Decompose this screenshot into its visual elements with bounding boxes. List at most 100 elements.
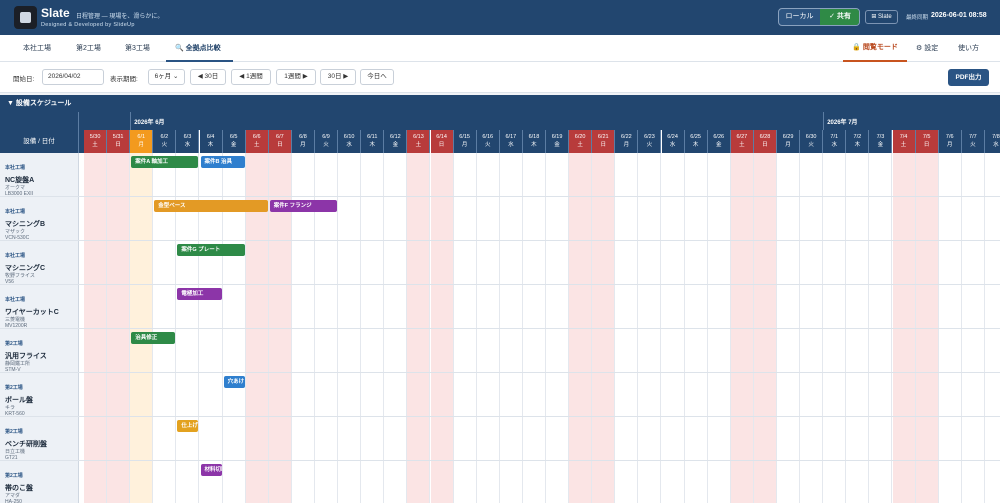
day-date: 6/18 (528, 134, 540, 140)
day-weekday: 月 (461, 142, 468, 149)
start-date-label: 開始日: (13, 76, 35, 83)
equipment-schedule: ▼ 設備スケジュール 2026年 6月 2026年 7月 設備 / 日付 5/3… (0, 95, 1000, 503)
day-date: 6/25 (690, 134, 701, 140)
day-weekday: 土 (739, 142, 745, 149)
day-date: 6/23 (644, 134, 655, 140)
corner-top (0, 112, 79, 130)
period-select[interactable]: 6ヶ月 ⌄ (148, 69, 185, 85)
day-header: 6/23 火 (638, 130, 662, 153)
machine-row-label[interactable]: 第2工場帯のこ盤アマダHA-250切断φ250 (0, 461, 79, 503)
day-date: 7/5 (922, 134, 931, 140)
day-header: 6/9 火 (315, 130, 339, 153)
day-weekday: 日 (438, 142, 445, 149)
row-separator (0, 328, 1000, 329)
day-weekday: 土 (577, 142, 583, 149)
day-header: 6/8 月 (291, 130, 315, 153)
machine-row-label[interactable]: 第2工場ベンチ研削盤日立工機GT21砥石φ205 (0, 417, 79, 468)
day-date: 6/26 (713, 134, 725, 140)
day-date: 6/16 (482, 134, 494, 140)
day-weekday: 水 (184, 142, 191, 149)
day-date: 6/8 (299, 134, 307, 140)
tab-factory-2[interactable]: 第2工場 (76, 43, 101, 53)
forward-30-days-button[interactable]: 30日 ▶ (320, 69, 356, 85)
day-date: 6/9 (322, 134, 330, 140)
task-bar[interactable]: 電極加工 (177, 288, 222, 300)
task-bar[interactable]: 金型ベース (154, 200, 268, 212)
day-weekday: 土 (253, 142, 260, 149)
machine-plant: 第2工場 (5, 473, 23, 479)
day-header: 6/25 木 (684, 130, 708, 153)
slate-logo-icon (14, 6, 37, 29)
day-header: 6/11 木 (361, 130, 385, 153)
day-date: 7/6 (945, 134, 954, 140)
machine-row-label[interactable]: 第2工場ボール盤キラKRT-560最大φ32 (0, 373, 79, 424)
day-weekday: 木 (531, 142, 537, 149)
row-separator (0, 460, 1000, 461)
day-weekday: 土 (900, 142, 907, 149)
day-weekday: 土 (415, 142, 422, 149)
help-button[interactable]: 使い方 (958, 43, 979, 53)
day-header: 7/6 月 (938, 130, 962, 153)
machine-row-label[interactable]: 本社工場NC旋盤AオークマLB3000 EXIIφ400×1000 (0, 153, 79, 204)
slate-badge-button[interactable]: ⊞ Slate (865, 10, 898, 24)
machine-name: 帯のこ盤 (5, 485, 33, 492)
month-label-july: 2026年 7月 (827, 120, 858, 126)
day-header: 7/8 水 (984, 130, 1000, 153)
day-date: 6/30 (805, 134, 817, 140)
day-header: 6/29 月 (777, 130, 801, 153)
task-bar[interactable]: 治具修正 (131, 332, 176, 344)
day-date: 6/29 (782, 134, 794, 140)
task-bar[interactable]: 仕上げ (177, 420, 199, 432)
day-header: 6/27 土 (730, 130, 754, 153)
month-label-june: 2026年 6月 (134, 120, 165, 126)
start-date-input[interactable]: 2026/04/02 (42, 69, 104, 85)
day-date: 6/22 (620, 134, 632, 140)
task-bar[interactable]: 材料切断 (200, 464, 222, 476)
app-header: Slate 日程管理 — 現場を、滑らかに。 Designed & Develo… (0, 0, 1000, 35)
day-weekday: 木 (692, 142, 699, 149)
tab-factory-3[interactable]: 第3工場 (125, 43, 150, 53)
day-header: 6/15 月 (453, 130, 477, 153)
task-bar[interactable]: 案件F フランジ (269, 200, 338, 212)
day-date: 6/19 (551, 134, 563, 140)
machine-row-label[interactable]: 本社工場マシニングC牧野フライスV56テーブル600×500 (0, 241, 79, 292)
day-weekday: 火 (970, 142, 976, 149)
task-bar[interactable]: 穴あけ (223, 376, 245, 388)
settings-button[interactable]: ⚙ 設定 (916, 43, 938, 53)
pdf-export-button[interactable]: PDF出力 (948, 69, 989, 86)
task-bar[interactable]: 案件G プレート (177, 244, 245, 256)
machine-row-label[interactable]: 第2工場汎用フライス静岡鐵工所STM-Vテーブル1150×260 (0, 329, 79, 380)
mode-toggle: ローカル ✓ 共有 (778, 8, 860, 26)
day-date: 6/12 (389, 134, 401, 140)
machine-name: ボール盤 (5, 397, 33, 404)
month-divider (823, 112, 825, 130)
day-header: 6/28 日 (753, 130, 777, 153)
day-weekday: 月 (946, 142, 953, 149)
machine-row-label[interactable]: 本社工場ワイヤーカットC三菱電機MV1200R板厚 最大295 (0, 285, 79, 336)
day-weekday: 木 (854, 142, 861, 149)
today-button[interactable]: 今日へ (360, 69, 394, 85)
schedule-section-title[interactable]: ▼ 設備スケジュール (0, 95, 1000, 112)
day-weekday: 土 (92, 142, 98, 149)
day-header: 6/13 土 (407, 130, 431, 153)
back-30-days-button[interactable]: ◀ 30日 (190, 69, 226, 85)
machine-row-label[interactable]: 本社工場マシニングBマザックVCN-530Cテーブル1300×560 (0, 197, 79, 248)
day-weekday: 日 (762, 142, 768, 149)
task-bar[interactable]: 案件B 治具 (200, 156, 245, 168)
back-1-week-button[interactable]: ◀ 1週間 (231, 69, 271, 85)
tab-bar: 本社工場 第2工場 第3工場 🔍 全拠点比較 🔒 閲覧モード ⚙ 設定 使い方 (0, 35, 1000, 62)
day-weekday: 木 (369, 142, 375, 149)
day-weekday: 金 (715, 142, 722, 149)
machine-plant: 本社工場 (5, 297, 26, 303)
day-date: 7/8 (992, 134, 1000, 140)
day-date: 6/14 (436, 134, 447, 140)
task-bar[interactable]: 案件A 軸加工 (131, 156, 199, 168)
forward-1-week-button[interactable]: 1週間 ▶ (276, 69, 316, 85)
day-header: 7/5 日 (915, 130, 939, 153)
tab-all-sites[interactable]: 🔍 全拠点比較 (175, 43, 221, 53)
view-mode-button[interactable]: 🔒 閲覧モード (843, 35, 907, 62)
tab-main-factory[interactable]: 本社工場 (23, 43, 51, 53)
mode-local-button[interactable]: ローカル (779, 9, 820, 25)
day-header: 7/1 水 (823, 130, 847, 153)
mode-shared-button[interactable]: ✓ 共有 (820, 9, 859, 25)
